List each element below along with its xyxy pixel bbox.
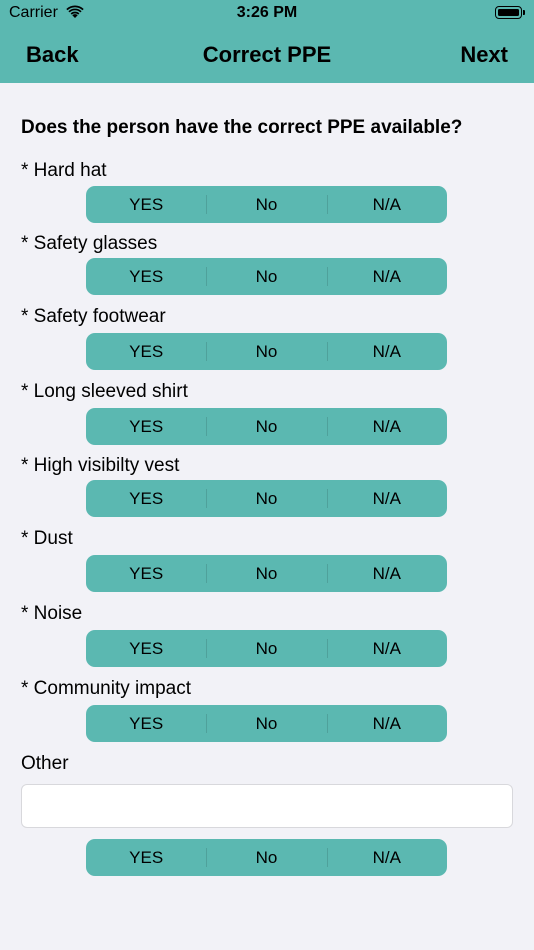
segmented-control-safety-glasses: YES No N/A [86,258,447,295]
segmented-control-hard-hat: YES No N/A [86,186,447,223]
top-bar: Carrier 3:26 PM Back Correct PPE Next [0,0,534,83]
option-no[interactable]: No [206,839,326,876]
option-na[interactable]: N/A [326,630,447,667]
option-na[interactable]: N/A [326,333,447,370]
option-no[interactable]: No [206,408,326,445]
option-no[interactable]: No [206,333,326,370]
option-yes[interactable]: YES [86,839,206,876]
option-na[interactable]: N/A [326,839,447,876]
option-no[interactable]: No [206,555,326,592]
segmented-control-other: YES No N/A [86,839,447,876]
option-yes[interactable]: YES [86,630,206,667]
item-label-dust: * Dust [21,528,73,549]
option-yes[interactable]: YES [86,480,206,517]
item-label-community-impact: * Community impact [21,678,191,699]
segmented-control-high-visibility-vest: YES No N/A [86,480,447,517]
item-label-safety-footwear: * Safety footwear [21,306,166,327]
option-na[interactable]: N/A [326,705,447,742]
segmented-control-noise: YES No N/A [86,630,447,667]
battery-icon [495,6,525,19]
option-na[interactable]: N/A [326,555,447,592]
item-label-high-visibility-vest: * High visibilty vest [21,455,180,476]
item-label-safety-glasses: * Safety glasses [21,233,158,254]
option-na[interactable]: N/A [326,186,447,223]
option-yes[interactable]: YES [86,555,206,592]
segmented-control-dust: YES No N/A [86,555,447,592]
page-title: Correct PPE [202,42,332,67]
item-label-long-sleeved-shirt: * Long sleeved shirt [21,381,188,402]
option-no[interactable]: No [206,186,326,223]
option-no[interactable]: No [206,705,326,742]
next-button[interactable]: Next [460,42,508,68]
option-yes[interactable]: YES [86,408,206,445]
other-input[interactable] [21,784,513,828]
option-na[interactable]: N/A [326,480,447,517]
status-time: 3:26 PM [236,4,298,21]
option-no[interactable]: No [206,258,326,295]
option-yes[interactable]: YES [86,705,206,742]
question-heading: Does the person have the correct PPE ava… [21,117,463,138]
item-label-hard-hat: * Hard hat [21,160,107,181]
option-no[interactable]: No [206,630,326,667]
segmented-control-community-impact: YES No N/A [86,705,447,742]
battery-cap [523,10,525,15]
segmented-control-safety-footwear: YES No N/A [86,333,447,370]
item-label-other: Other [21,753,69,774]
option-no[interactable]: No [206,480,326,517]
option-yes[interactable]: YES [86,258,206,295]
item-label-noise: * Noise [21,603,83,624]
option-na[interactable]: N/A [326,258,447,295]
segmented-control-long-sleeved-shirt: YES No N/A [86,408,447,445]
battery-fill [498,9,519,16]
status-bar: Carrier 3:26 PM [0,0,534,28]
option-na[interactable]: N/A [326,408,447,445]
option-yes[interactable]: YES [86,186,206,223]
option-yes[interactable]: YES [86,333,206,370]
